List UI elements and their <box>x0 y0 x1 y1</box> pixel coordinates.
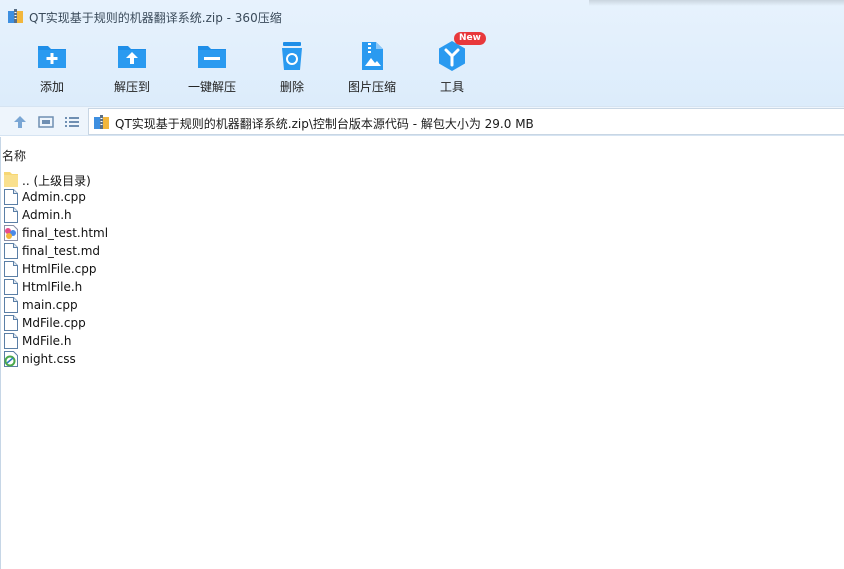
list-view-icon[interactable] <box>64 114 80 130</box>
delete-button-label: 删除 <box>279 80 304 94</box>
image-compress-button-label: 图片压缩 <box>347 80 396 94</box>
archive-path: QT实现基于规则的机器翻译系统.zip\控制台版本源代码 - 解包大小为 29.… <box>115 117 534 131</box>
up-arrow-icon[interactable] <box>12 114 28 130</box>
list-item[interactable]: Admin.h <box>4 206 144 224</box>
file-name: Admin.h <box>22 208 72 222</box>
zip-file-icon <box>94 115 109 129</box>
file-list: 名称 .. (上级目录) Admin.cpp Admin.h final_tes… <box>0 137 844 569</box>
list-item[interactable]: HtmlFile.h <box>4 278 144 296</box>
image-compress-icon <box>362 42 383 70</box>
file-name: night.css <box>22 352 76 366</box>
list-item-parent[interactable]: .. (上级目录) <box>4 170 144 188</box>
html-file-icon <box>4 225 18 241</box>
list-item[interactable]: main.cpp <box>4 296 144 314</box>
file-name: .. (上级目录) <box>22 174 91 188</box>
file-name: main.cpp <box>22 298 78 312</box>
file-icon <box>4 207 18 223</box>
file-name: final_test.html <box>22 226 109 240</box>
thumbnail-view-icon[interactable] <box>38 114 54 130</box>
name-column-header[interactable]: 名称 <box>2 147 26 164</box>
file-icon <box>4 279 18 295</box>
file-name: MdFile.cpp <box>22 316 86 330</box>
list-item[interactable]: Admin.cpp <box>4 188 144 206</box>
recycle-bin-icon <box>282 42 302 70</box>
add-folder-icon <box>38 46 66 68</box>
delete-button[interactable]: 删除 <box>252 38 332 98</box>
add-button[interactable]: 添加 <box>12 38 92 98</box>
extract-to-icon <box>118 46 146 68</box>
list-item[interactable]: night.css <box>4 350 144 368</box>
file-name: HtmlFile.h <box>22 280 83 294</box>
list-item[interactable]: final_test.html <box>4 224 144 242</box>
list-item[interactable]: MdFile.h <box>4 332 144 350</box>
list-item[interactable]: HtmlFile.cpp <box>4 260 144 278</box>
title-bar-shadow <box>589 0 844 6</box>
file-icon <box>4 315 18 331</box>
parent-folder-icon <box>4 172 18 187</box>
one-click-extract-button[interactable]: 一键解压 <box>172 38 252 98</box>
extract-to-button[interactable]: 解压到 <box>92 38 172 98</box>
file-name: HtmlFile.cpp <box>22 262 97 276</box>
tools-button-label: 工具 <box>439 80 464 94</box>
file-icon <box>4 261 18 277</box>
file-icon <box>4 297 18 313</box>
css-file-icon <box>4 351 18 367</box>
list-item[interactable]: MdFile.cpp <box>4 314 144 332</box>
window-chrome: QT实现基于规则的机器翻译系统.zip - 360压缩 添加 解压到 一键解压 <box>0 0 844 106</box>
list-item[interactable]: final_test.md <box>4 242 144 260</box>
one-click-extract-button-label: 一键解压 <box>187 80 236 94</box>
file-name: Admin.cpp <box>22 190 86 204</box>
extract-to-button-label: 解压到 <box>113 80 150 94</box>
one-click-extract-icon <box>198 46 226 68</box>
new-badge: New <box>454 32 486 45</box>
file-icon <box>4 333 18 349</box>
file-name: MdFile.h <box>22 334 72 348</box>
window-title: QT实现基于规则的机器翻译系统.zip - 360压缩 <box>29 11 282 25</box>
zip-app-icon <box>8 9 23 23</box>
tools-button[interactable]: New 工具 <box>412 32 492 98</box>
file-name: final_test.md <box>22 244 101 258</box>
image-compress-button[interactable]: 图片压缩 <box>332 38 412 98</box>
navigation-bar: QT实现基于规则的机器翻译系统.zip\控制台版本源代码 - 解包大小为 29.… <box>0 106 844 136</box>
address-bar[interactable]: QT实现基于规则的机器翻译系统.zip\控制台版本源代码 - 解包大小为 29.… <box>88 108 844 135</box>
file-icon <box>4 189 18 205</box>
file-icon <box>4 243 18 259</box>
title-bar: QT实现基于规则的机器翻译系统.zip - 360压缩 <box>0 0 844 32</box>
add-button-label: 添加 <box>39 80 64 94</box>
